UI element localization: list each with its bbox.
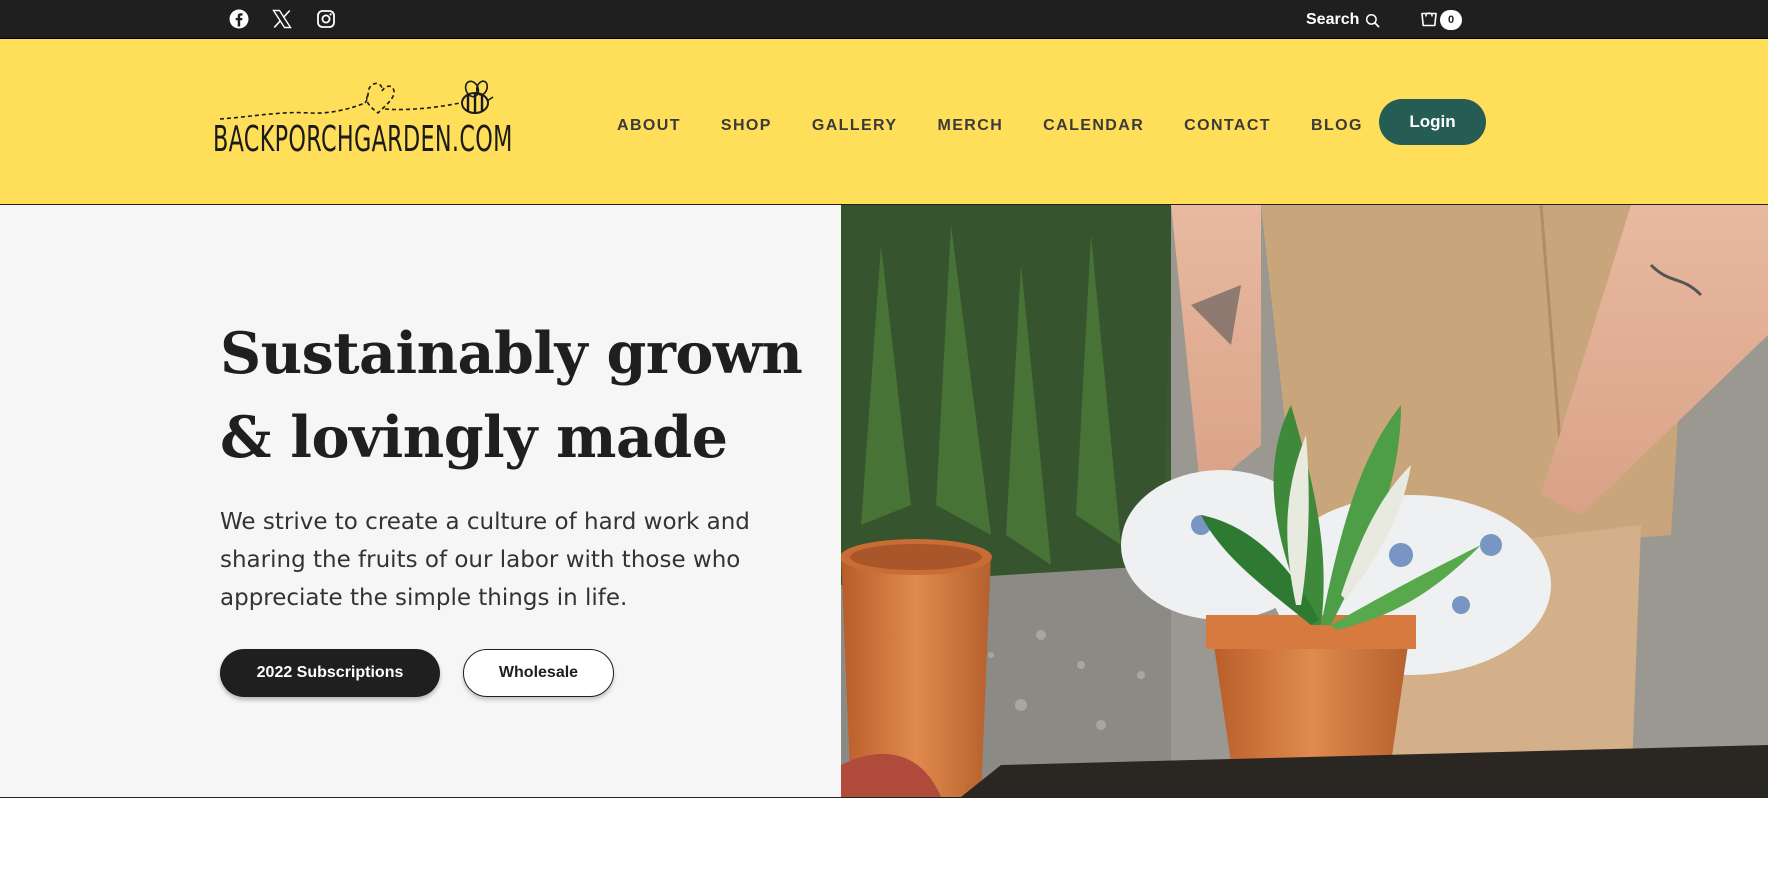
cart-icon bbox=[1421, 12, 1437, 27]
hero-description: We strive to create a culture of hard wo… bbox=[220, 509, 750, 611]
hero-headline-line-2: & lovingly made bbox=[220, 404, 728, 471]
instagram-icon[interactable] bbox=[316, 9, 336, 29]
subscriptions-button[interactable]: 2022 Subscriptions bbox=[220, 649, 440, 697]
wholesale-button[interactable]: Wholesale bbox=[463, 649, 614, 697]
nav-calendar[interactable]: CALENDAR bbox=[1043, 117, 1144, 135]
logo-text: BACKPORCHGARDEN.COM bbox=[213, 119, 513, 160]
nav-about[interactable]: ABOUT bbox=[617, 117, 681, 135]
top-bar: Search 0 bbox=[0, 0, 1768, 39]
hero-section: Sustainably grown & lovingly made We str… bbox=[0, 205, 1768, 798]
x-twitter-icon[interactable] bbox=[272, 9, 292, 29]
hero-headline-line-1: Sustainably grown bbox=[220, 320, 803, 387]
cart-count-badge: 0 bbox=[1440, 10, 1462, 30]
search-label: Search bbox=[1306, 11, 1360, 28]
facebook-icon[interactable] bbox=[229, 9, 249, 29]
nav-shop[interactable]: SHOP bbox=[721, 117, 772, 135]
nav-merch[interactable]: MERCH bbox=[938, 117, 1004, 135]
hero-image-gardener-potting-plant bbox=[841, 205, 1768, 797]
cart-button[interactable]: 0 bbox=[1420, 9, 1464, 31]
login-button[interactable]: Login bbox=[1379, 99, 1486, 145]
main-nav: ABOUT SHOP GALLERY MERCH CALENDAR CONTAC… bbox=[617, 114, 1403, 138]
search-icon bbox=[1366, 13, 1380, 27]
hero-text-panel: Sustainably grown & lovingly made We str… bbox=[0, 205, 841, 797]
heart-bee-logo-icon bbox=[219, 80, 494, 120]
search-button[interactable]: Search bbox=[1306, 9, 1380, 31]
hero-headline: Sustainably grown & lovingly made bbox=[220, 312, 820, 480]
nav-blog[interactable]: BLOG bbox=[1311, 117, 1363, 135]
nav-contact[interactable]: CONTACT bbox=[1184, 117, 1271, 135]
site-logo[interactable]: BACKPORCHGARDEN.COM bbox=[210, 67, 530, 177]
site-header: BACKPORCHGARDEN.COM ABOUT SHOP GALLERY M… bbox=[0, 39, 1768, 205]
nav-gallery[interactable]: GALLERY bbox=[812, 117, 898, 135]
